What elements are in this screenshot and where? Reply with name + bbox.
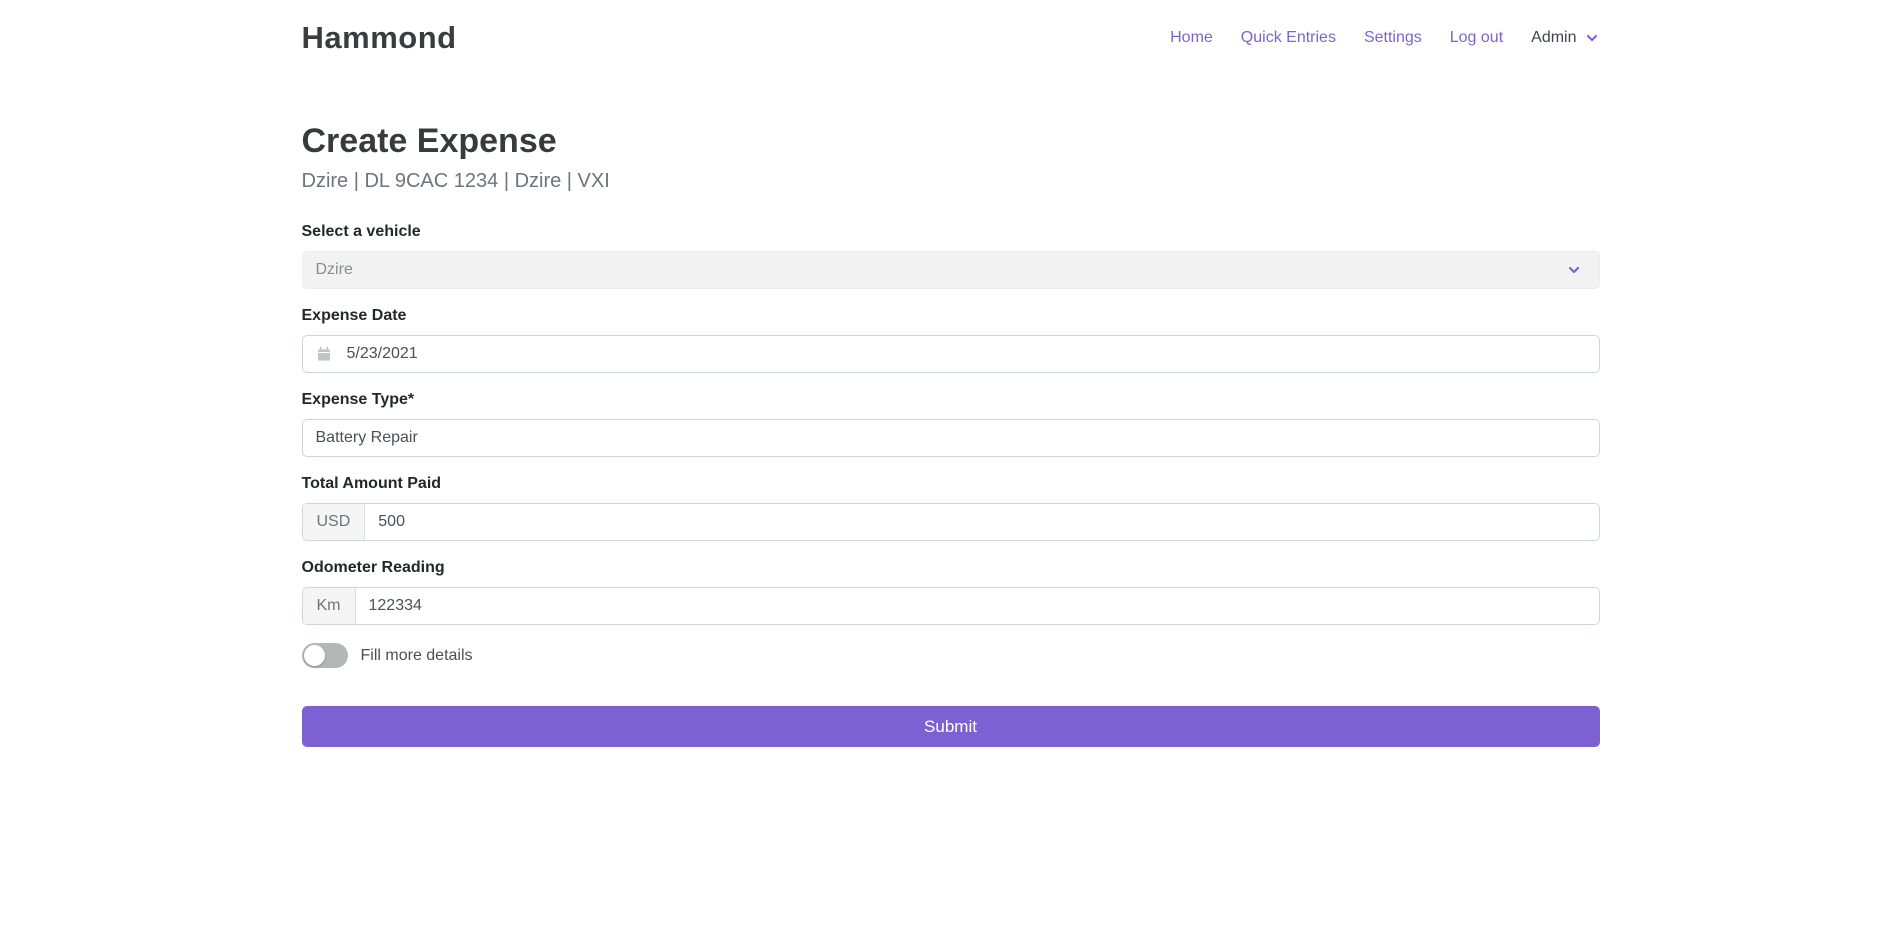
submit-button[interactable]: Submit — [302, 706, 1600, 747]
fill-more-details-label: Fill more details — [361, 647, 473, 665]
page-header: Create Expense Dzire | DL 9CAC 1234 | Dz… — [302, 122, 1600, 193]
chevron-down-icon — [1566, 262, 1582, 278]
total-amount-field-group: Total Amount Paid USD — [302, 475, 1600, 541]
create-expense-form: Select a vehicle Dzire Expense Date Expe… — [302, 223, 1600, 747]
fill-more-details-row: Fill more details — [302, 643, 1600, 668]
nav-link-home[interactable]: Home — [1170, 29, 1213, 47]
total-amount-input[interactable] — [365, 504, 1598, 540]
currency-prefix: USD — [303, 504, 366, 540]
calendar-icon — [316, 346, 332, 362]
odometer-label: Odometer Reading — [302, 559, 1600, 577]
fill-more-details-toggle[interactable] — [302, 643, 348, 668]
vehicle-field-group: Select a vehicle Dzire — [302, 223, 1600, 289]
chevron-down-icon — [1584, 30, 1600, 46]
total-amount-label: Total Amount Paid — [302, 475, 1600, 493]
user-menu-label: Admin — [1531, 29, 1576, 47]
nav-links: Home Quick Entries Settings Log out Admi… — [1170, 29, 1599, 47]
expense-type-field-group: Expense Type* — [302, 391, 1600, 457]
expense-date-label: Expense Date — [302, 307, 1600, 325]
user-menu[interactable]: Admin — [1531, 29, 1599, 47]
vehicle-summary: Dzire | DL 9CAC 1234 | Dzire | VXI — [302, 170, 1600, 193]
main-content: Create Expense Dzire | DL 9CAC 1234 | Dz… — [302, 122, 1600, 747]
top-navbar: Hammond Home Quick Entries Settings Log … — [0, 0, 1901, 76]
vehicle-select-label: Select a vehicle — [302, 223, 1600, 241]
vehicle-select-value: Dzire — [316, 261, 353, 279]
distance-unit-prefix: Km — [303, 588, 356, 624]
toggle-knob — [304, 645, 325, 666]
nav-link-settings[interactable]: Settings — [1364, 29, 1422, 47]
expense-date-field-group: Expense Date — [302, 307, 1600, 373]
expense-type-input[interactable] — [302, 419, 1600, 457]
brand-logo[interactable]: Hammond — [302, 20, 457, 56]
odometer-input[interactable] — [356, 588, 1599, 624]
vehicle-select[interactable]: Dzire — [302, 251, 1600, 289]
nav-link-logout[interactable]: Log out — [1450, 29, 1503, 47]
expense-type-label: Expense Type* — [302, 391, 1600, 409]
page-title: Create Expense — [302, 122, 1600, 161]
expense-date-input[interactable] — [302, 335, 1600, 373]
nav-link-quick-entries[interactable]: Quick Entries — [1241, 29, 1336, 47]
odometer-field-group: Odometer Reading Km — [302, 559, 1600, 625]
